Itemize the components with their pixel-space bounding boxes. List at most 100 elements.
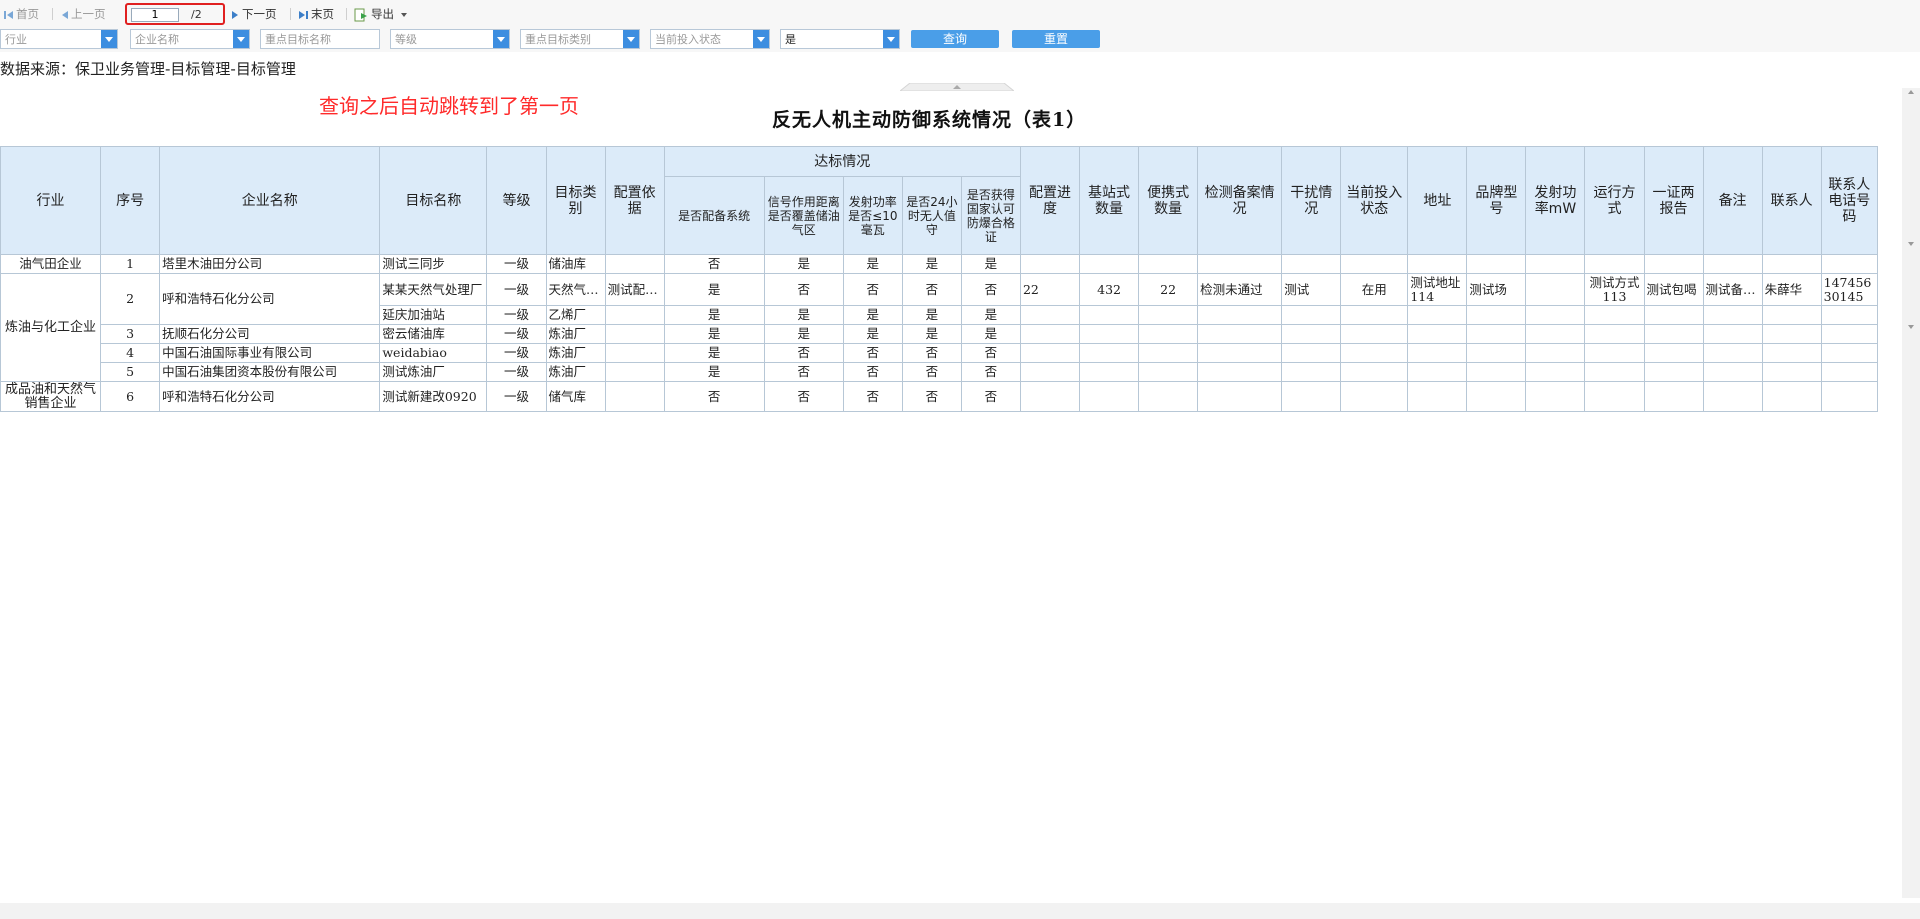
brand-cell	[1466, 343, 1527, 363]
level-cell: 一级	[486, 343, 547, 363]
status-cell	[1340, 381, 1409, 412]
next-page-label: 下一页	[242, 7, 277, 21]
remark-cell	[1702, 324, 1763, 344]
signal-cell: 否	[763, 273, 844, 306]
phone-cell: 14745630145	[1820, 273, 1879, 306]
type-cell: 炼油厂	[545, 324, 606, 344]
col-basis: 配置依据	[604, 146, 665, 255]
prev-page-button[interactable]: 上一页	[61, 6, 106, 22]
phone-cell	[1820, 381, 1879, 412]
duty-cell: 否	[901, 381, 962, 412]
target-cell: 测试三同步	[379, 254, 488, 274]
has-system-cell: 否	[663, 381, 765, 412]
type-cell: 炼油厂	[545, 343, 606, 363]
first-page-label: 首页	[16, 7, 39, 21]
col-target: 目标名称	[379, 146, 488, 255]
chevron-down-icon[interactable]	[883, 30, 899, 48]
cert-cell: 是	[960, 305, 1021, 325]
status-select[interactable]: 当前投入状态	[650, 29, 770, 49]
col-cert: 是否获得国家认可防爆合格证	[960, 176, 1021, 255]
chevron-down-icon	[400, 12, 407, 17]
seq-cell: 5	[100, 362, 161, 382]
annotation-note: 查询之后自动跳转到了第一页	[319, 94, 579, 118]
export-button[interactable]: 导出	[354, 6, 408, 22]
export-label: 导出	[371, 7, 394, 21]
has-system-cell: 是	[663, 305, 765, 325]
has-system-cell: 是	[663, 343, 765, 363]
status-cell	[1340, 305, 1409, 325]
industry-cell: 油气田企业	[0, 254, 102, 274]
table-row: 3 抚顺石化分公司 密云储油库 一级 炼油厂 是 是 是 是 是	[1, 324, 1879, 344]
progress-cell	[1019, 324, 1081, 344]
remark-cell: 测试备…	[1702, 273, 1763, 306]
tx-power-cell	[1525, 324, 1586, 344]
address-cell	[1407, 343, 1468, 363]
duty-cell: 否	[901, 343, 962, 363]
cert-cell: 是	[960, 324, 1021, 344]
horizontal-scrollbar[interactable]	[0, 903, 1920, 919]
chevron-down-icon[interactable]	[233, 30, 249, 48]
collapse-toggle[interactable]	[900, 83, 1014, 91]
company-cell: 塔里木油田分公司	[159, 254, 381, 274]
target-name-input[interactable]: 重点目标名称	[260, 29, 380, 49]
col-reports: 一证两报告	[1643, 146, 1704, 255]
col-base-qty: 基站式数量	[1079, 146, 1140, 255]
basis-cell	[604, 254, 665, 274]
status-cell: 在用	[1340, 273, 1409, 306]
chevron-down-icon[interactable]	[753, 30, 769, 48]
mode-cell	[1584, 343, 1645, 363]
industry-select[interactable]: 行业	[0, 29, 118, 49]
reports-cell	[1643, 362, 1704, 382]
progress-cell	[1019, 343, 1081, 363]
vertical-scrollbar[interactable]	[1902, 88, 1920, 898]
brand-cell	[1466, 254, 1527, 274]
record-cell	[1197, 362, 1283, 382]
report-table: 行业 序号 企业名称 目标名称 等级 目标类别 配置依据 达标情况 配置进度 基…	[0, 146, 1879, 412]
tx-power-cell	[1525, 343, 1586, 363]
basis-cell	[604, 381, 665, 412]
interference-cell	[1281, 305, 1342, 325]
table-row: 5 中国石油集团资本股份有限公司 测试炼油厂 一级 炼油厂 是 否 否 否 否	[1, 362, 1879, 382]
chevron-down-icon[interactable]	[101, 30, 117, 48]
query-button[interactable]: 查询	[911, 30, 999, 48]
duty-cell: 是	[901, 324, 962, 344]
page-number-input[interactable]	[131, 8, 179, 22]
page-indicator-highlight: /2	[125, 3, 225, 25]
type-cell: 储气库	[545, 381, 606, 412]
company-select[interactable]: 企业名称	[130, 29, 250, 49]
toolbar-divider	[52, 8, 53, 20]
basis-cell: 测试配…	[604, 273, 665, 306]
reset-button[interactable]: 重置	[1012, 30, 1100, 48]
remark-cell	[1702, 343, 1763, 363]
col-level: 等级	[486, 146, 547, 255]
reports-cell	[1643, 305, 1704, 325]
chevron-down-icon[interactable]	[493, 30, 509, 48]
toolbar-divider	[346, 8, 347, 20]
target-type-select[interactable]: 重点目标类别	[520, 29, 640, 49]
next-page-button[interactable]: 下一页	[232, 6, 277, 22]
power-cell: 否	[842, 381, 903, 412]
base-qty-cell	[1079, 324, 1140, 344]
status-placeholder: 当前投入状态	[655, 33, 721, 46]
company-cell: 中国石油集团资本股份有限公司	[159, 362, 381, 382]
seq-cell: 4	[100, 343, 161, 363]
tx-power-cell	[1525, 305, 1586, 325]
duty-cell: 否	[901, 362, 962, 382]
last-page-button[interactable]: 末页	[299, 6, 334, 22]
first-page-button[interactable]: 首页	[4, 6, 39, 22]
yes-no-select[interactable]: 是	[780, 29, 900, 49]
basis-cell	[604, 305, 665, 325]
contact-cell	[1761, 324, 1822, 344]
status-cell	[1340, 362, 1409, 382]
level-select[interactable]: 等级	[390, 29, 510, 49]
tx-power-cell	[1525, 381, 1586, 412]
type-cell: 乙烯厂	[545, 305, 606, 325]
phone-cell	[1820, 343, 1879, 363]
signal-cell: 否	[763, 343, 844, 363]
progress-cell	[1019, 362, 1081, 382]
col-portable-qty: 便携式数量	[1138, 146, 1199, 255]
company-cell: 中国石油国际事业有限公司	[159, 343, 381, 363]
chevron-down-icon[interactable]	[623, 30, 639, 48]
phone-cell	[1820, 324, 1879, 344]
pagination-toolbar: 首页 上一页 /2 下一页 末页 导出	[0, 0, 1920, 27]
